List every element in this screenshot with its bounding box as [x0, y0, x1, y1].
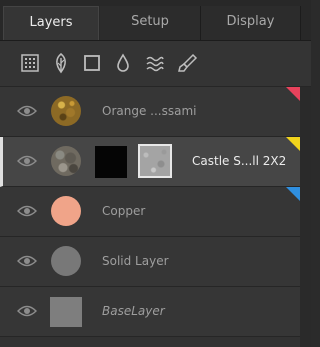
drop-icon[interactable]	[112, 52, 134, 74]
layer-name: Orange ...ssami	[102, 104, 197, 118]
scrollbar-track[interactable]	[300, 87, 311, 347]
layer-mask[interactable]	[95, 146, 127, 178]
layer-row-solid[interactable]: Solid Layer	[0, 237, 300, 287]
square-icon[interactable]	[81, 52, 103, 74]
layer-thumbnail	[50, 297, 82, 327]
layer-row-copper[interactable]: Copper	[0, 187, 300, 237]
tab-layers[interactable]: Layers	[3, 6, 99, 40]
leaf-icon[interactable]	[50, 52, 72, 74]
layer-list: Orange ...ssami Castle S...ll 2X2 Copper	[0, 87, 300, 347]
eye-icon[interactable]	[17, 154, 37, 168]
waves-icon[interactable]	[144, 52, 166, 74]
tab-bar: Layers Setup Display	[0, 0, 311, 41]
eye-icon[interactable]	[17, 104, 37, 118]
layer-color-tag	[286, 137, 300, 151]
layer-row-base[interactable]: BaseLayer	[0, 287, 300, 337]
layer-thumbnail	[51, 96, 81, 126]
grid-icon[interactable]	[19, 52, 41, 74]
layer-color-tag	[286, 87, 300, 101]
brush-icon[interactable]	[176, 52, 198, 74]
tab-setup[interactable]: Setup	[100, 6, 201, 40]
eye-icon[interactable]	[17, 254, 37, 268]
layer-toolbar	[0, 41, 311, 87]
layer-name: Castle S...ll 2X2	[192, 154, 287, 168]
layer-row-orange[interactable]: Orange ...ssami	[0, 87, 300, 137]
layer-name: Copper	[102, 204, 146, 218]
tab-display[interactable]: Display	[201, 6, 301, 40]
layers-panel: Layers Setup Display Orange ...ssami Cas…	[0, 0, 311, 347]
layer-thumbnail	[51, 196, 81, 226]
layer-name: BaseLayer	[102, 304, 165, 318]
eye-icon[interactable]	[17, 304, 37, 318]
layer-thumbnail	[51, 246, 81, 276]
layer-name: Solid Layer	[102, 254, 169, 268]
layer-color-tag	[286, 187, 300, 201]
layer-thumbnail	[51, 146, 81, 176]
layer-texture-thumbnail[interactable]	[138, 144, 172, 178]
eye-icon[interactable]	[17, 204, 37, 218]
layer-row-castle[interactable]: Castle S...ll 2X2	[0, 137, 300, 187]
